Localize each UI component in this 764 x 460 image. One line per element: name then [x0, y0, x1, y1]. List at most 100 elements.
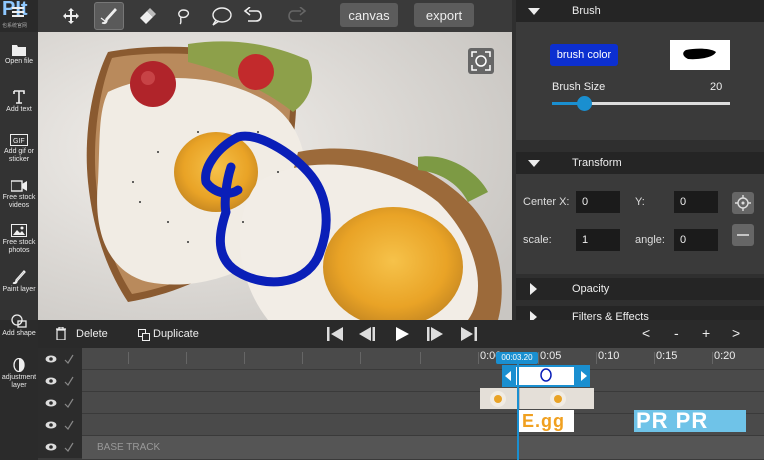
section-title: Transform — [572, 157, 622, 169]
sidebar-item-add-text[interactable]: Add text — [0, 90, 38, 114]
editor-canvas[interactable] — [38, 32, 512, 320]
tick-label: 0:15 — [656, 350, 678, 362]
redo-button[interactable] — [284, 3, 310, 29]
timeline-prev-button[interactable]: < — [642, 325, 650, 341]
opacity-section-header[interactable]: Opacity — [516, 278, 764, 300]
track-3-controls — [38, 414, 82, 436]
playhead-time[interactable]: 00:03.20 — [496, 352, 538, 364]
ruler-tick — [302, 352, 303, 364]
lasso-tool-button[interactable] — [170, 3, 196, 29]
expand-icon — [530, 283, 537, 295]
sidebar-item-label: Add gif or sticker — [4, 148, 34, 163]
eye-icon[interactable] — [45, 354, 57, 364]
canvas-image — [38, 32, 512, 320]
scale-input[interactable]: 1 — [576, 229, 620, 251]
tick-label: 0:05 — [540, 350, 562, 362]
zoom-fit-icon — [471, 51, 491, 71]
text-clip[interactable]: E.gg — [518, 410, 574, 432]
zoom-out-button[interactable]: - — [674, 325, 679, 341]
play-button[interactable] — [394, 326, 410, 347]
video-clip[interactable] — [480, 388, 594, 409]
skip-end-button[interactable] — [460, 326, 478, 347]
filters-section-header[interactable]: Filters & Effects — [516, 306, 764, 320]
brush-size-slider[interactable] — [552, 96, 730, 111]
center-x-input[interactable]: 0 — [576, 191, 620, 213]
sidebar-item-add-gif[interactable]: GIF Add gif or sticker — [0, 134, 38, 164]
speech-bubble-tool-button[interactable] — [208, 3, 234, 29]
sidebar-item-stock-videos[interactable]: Free stock videos — [0, 180, 38, 210]
brush-preview — [670, 40, 730, 70]
sidebar-item-paint-layer[interactable]: Paint layer — [0, 270, 38, 294]
sidebar-item-add-shape[interactable]: Add shape — [0, 314, 38, 338]
delete-button[interactable]: Delete — [76, 328, 108, 340]
ruler-tick — [596, 352, 597, 364]
y-label: Y: — [635, 196, 645, 208]
text-clip-2[interactable]: PR PR — [634, 410, 746, 432]
slider-thumb[interactable] — [577, 96, 593, 111]
enable-check-icon[interactable] — [64, 398, 74, 408]
y-input[interactable]: 0 — [674, 191, 718, 213]
track-1[interactable] — [82, 370, 764, 392]
reset-button[interactable] — [732, 224, 754, 246]
ruler-tick — [538, 352, 539, 364]
move-tool-button[interactable] — [58, 3, 84, 29]
trash-icon[interactable] — [56, 326, 66, 345]
eye-icon[interactable] — [45, 398, 57, 408]
fit-screen-button[interactable] — [468, 48, 494, 74]
paint-clip[interactable] — [502, 365, 590, 387]
eraser-tool-button[interactable] — [134, 3, 160, 29]
enable-check-icon[interactable] — [64, 354, 74, 364]
playhead-line[interactable] — [517, 352, 519, 460]
sidebar-item-open-file[interactable]: Open file — [0, 44, 38, 66]
skip-start-icon — [327, 327, 343, 341]
tick-label: 0:10 — [598, 350, 620, 362]
shapes-icon — [11, 314, 27, 328]
sidebar-item-label: Add text — [6, 106, 32, 113]
text-icon — [13, 90, 25, 104]
trim-left-icon[interactable] — [505, 371, 511, 381]
photo-icon — [11, 224, 27, 237]
duplicate-button[interactable]: Duplicate — [153, 328, 199, 340]
eraser-icon — [140, 8, 156, 24]
canvas-button[interactable]: canvas — [340, 3, 398, 27]
eye-icon[interactable] — [45, 376, 57, 386]
sidebar-item-stock-photos[interactable]: Free stock photos — [0, 224, 38, 255]
brush-section-header[interactable]: Brush — [516, 0, 764, 22]
brush-icon — [100, 7, 117, 25]
brush-tool-button[interactable] — [94, 2, 124, 30]
duplicate-icon[interactable] — [138, 328, 150, 346]
timeline-next-button[interactable]: > — [732, 325, 740, 341]
menu-icon[interactable] — [12, 4, 24, 22]
ruler-tick — [244, 352, 245, 364]
zoom-in-button[interactable]: + — [702, 325, 710, 341]
brush-size-label: Brush Size — [552, 81, 606, 93]
properties-panel: Brush brush color Brush Size 20 Transfor… — [512, 0, 764, 320]
enable-check-icon[interactable] — [64, 376, 74, 386]
enable-check-icon[interactable] — [64, 442, 74, 452]
scale-label: scale: — [523, 234, 552, 246]
top-toolbar: PIt 也系统官网 canvas export — [0, 0, 512, 32]
eye-icon[interactable] — [45, 420, 57, 430]
sidebar-item-adjustment-layer[interactable]: adjustment layer — [0, 358, 38, 390]
step-forward-button[interactable] — [426, 326, 444, 347]
transform-section-header[interactable]: Transform — [516, 152, 764, 174]
tick-label: 0:20 — [714, 350, 736, 362]
export-button[interactable]: export — [414, 3, 474, 27]
skip-start-button[interactable] — [326, 326, 344, 347]
track-1-controls — [38, 370, 82, 392]
undo-button[interactable] — [240, 3, 266, 29]
sidebar-item-label: Free stock videos — [2, 194, 36, 209]
brush-section-body: brush color Brush Size 20 — [516, 22, 764, 140]
angle-input[interactable]: 0 — [674, 229, 718, 251]
step-back-button[interactable] — [358, 326, 376, 347]
adjustment-icon — [13, 358, 25, 372]
enable-check-icon[interactable] — [64, 420, 74, 430]
base-track[interactable]: BASE TRACK — [82, 436, 764, 460]
center-button[interactable] — [732, 192, 754, 214]
trim-right-icon[interactable] — [581, 371, 587, 381]
text-clip-label: E.gg — [522, 411, 565, 431]
sidebar-item-label: Open file — [4, 58, 34, 65]
eye-icon[interactable] — [45, 442, 57, 452]
brush-color-button[interactable]: brush color — [550, 44, 618, 66]
video-camera-icon — [11, 180, 27, 192]
